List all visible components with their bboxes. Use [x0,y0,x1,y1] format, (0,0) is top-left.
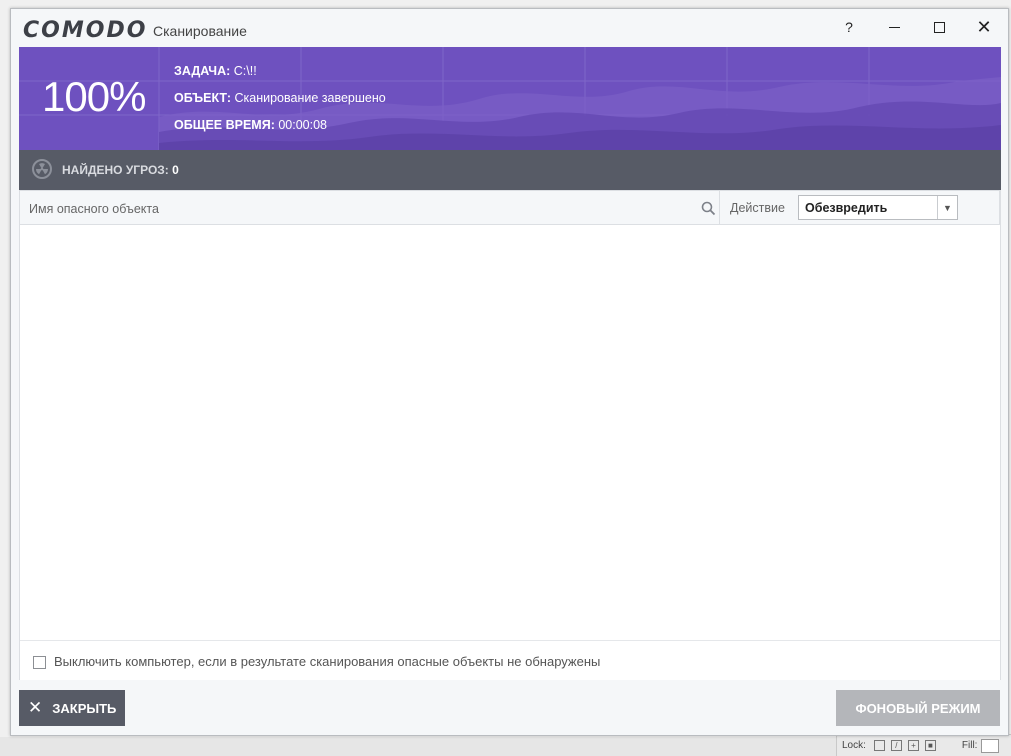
background-mode-label: ФОНОВЫЙ РЕЖИМ [855,700,981,716]
background-mode-button[interactable]: ФОНОВЫЙ РЕЖИМ [836,690,1000,726]
title-bar[interactable]: COMODO Сканирование ? ✕ [11,9,1008,47]
chevron-down-icon[interactable]: ▼ [937,196,957,219]
task-label: ЗАДАЧА: [174,64,231,78]
table-header: Имя опасного объекта Действие Обезвредит… [20,191,1000,225]
close-window-button[interactable]: ✕ [964,13,1004,41]
background-app-toolbar: Lock: / + ■ Fill: [836,734,1011,756]
time-line: ОБЩЕЕ ВРЕМЯ: 00:00:08 [174,118,327,132]
help-button[interactable]: ? [829,13,869,41]
minimize-icon [888,26,900,28]
threats-found: НАЙДЕНО УГРОЗ: 0 [62,163,179,177]
threats-bar: НАЙДЕНО УГРОЗ: 0 [19,150,1001,190]
shutdown-checkbox-label[interactable]: Выключить компьютер, если в результате с… [54,654,600,669]
column-divider [719,191,720,225]
close-icon: ✕ [28,698,43,717]
fill-input[interactable] [981,738,1000,753]
column-divider-right [999,191,1000,225]
object-line: ОБЪЕКТ: Сканирование завершено [174,91,386,105]
search-icon[interactable] [701,201,716,216]
threats-table: Имя опасного объекта Действие Обезвредит… [19,190,1001,680]
maximize-button[interactable] [919,13,959,41]
object-label: ОБЪЕКТ: [174,91,232,105]
task-line: ЗАДАЧА: C:\!! [174,64,257,78]
lock-brush-icon[interactable]: / [890,740,902,751]
column-header-name[interactable]: Имя опасного объекта [29,202,159,216]
threats-count: 0 [172,163,179,177]
threats-label: НАЙДЕНО УГРОЗ: [62,163,169,177]
header-waves-decoration [19,47,1001,150]
time-value: 00:00:08 [278,118,328,132]
fill-label: Fill: [961,740,978,751]
object-value: Сканирование завершено [234,91,386,105]
desktop-background [0,0,10,756]
time-label: ОБЩЕЕ ВРЕМЯ: [174,118,275,132]
action-select[interactable]: Обезвредить ▼ [798,195,958,220]
close-button-label: ЗАКРЫТЬ [52,700,117,716]
task-value: C:\!! [233,64,257,78]
shutdown-option-row: Выключить компьютер, если в результате с… [20,640,1000,680]
comodo-logo: COMODO [23,18,148,43]
lock-label: Lock: [842,740,866,751]
lock-move-icon[interactable]: + [907,740,919,751]
scan-window: COMODO Сканирование ? ✕ 100% ЗАДАЧА: C:\… [10,8,1009,736]
window-title: Сканирование [153,23,247,39]
minimize-button[interactable] [874,13,914,41]
radiation-icon [32,159,52,179]
maximize-icon [933,21,945,33]
shutdown-checkbox[interactable] [33,656,46,669]
close-button[interactable]: ✕ ЗАКРЫТЬ [19,690,125,726]
lock-all-icon[interactable]: ■ [924,740,936,751]
scan-progress-header: 100% ЗАДАЧА: C:\!! ОБЪЕКТ: Сканирование … [19,47,1001,150]
column-header-action: Действие [730,201,785,215]
progress-percent: 100% [42,73,146,120]
action-select-value: Обезвредить [805,201,888,215]
lock-transparent-icon[interactable] [873,740,885,751]
